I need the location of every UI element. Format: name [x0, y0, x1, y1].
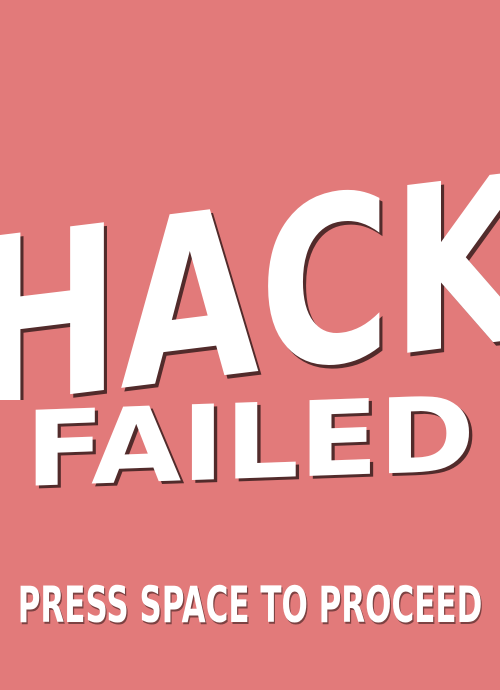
failed-title: FAILED FAILED: [25, 374, 478, 500]
failed-title-text: FAILED: [25, 374, 475, 500]
hack-failed-screen[interactable]: HACK HACK FAILED FAILED PRESS SPACE TO P…: [0, 0, 500, 690]
press-space-prompt: PRESS SPACE TO PROCEED PRESS SPACE TO PR…: [18, 575, 484, 636]
prompt-text: PRESS SPACE TO PROCEED: [18, 575, 483, 634]
hack-title-text: HACK: [0, 123, 500, 400]
hack-title: HACK HACK: [0, 123, 500, 400]
